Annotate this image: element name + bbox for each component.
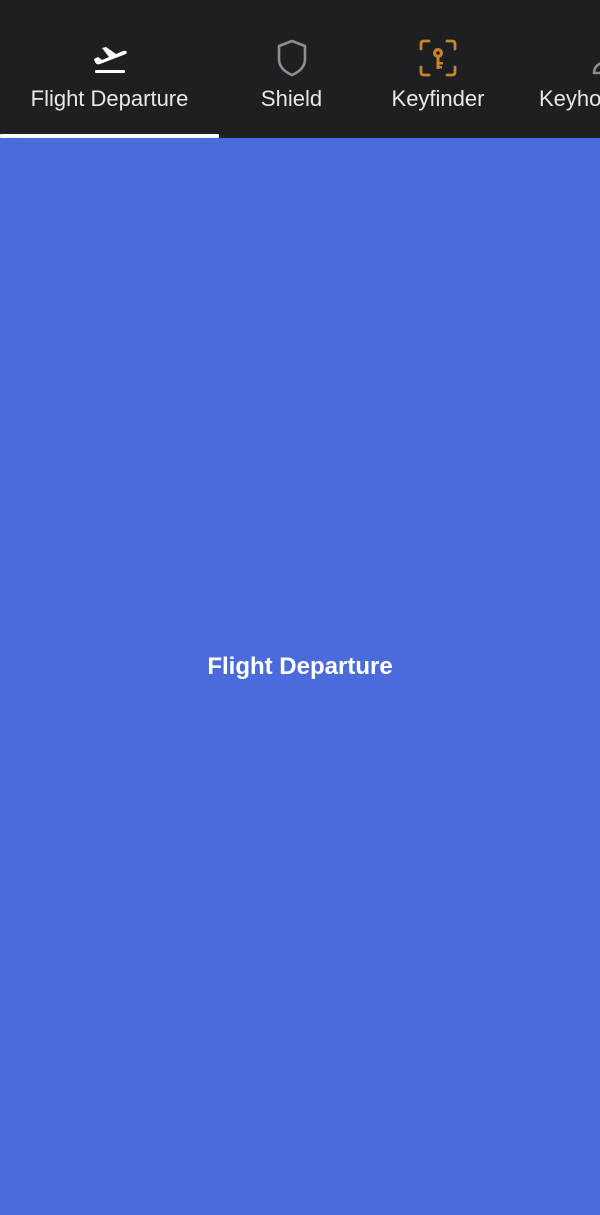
keyfinder-icon [416, 36, 460, 80]
tab-label: Keyho [539, 86, 600, 111]
top-tab-bar: Flight Departure Shield Keyfinder Keyho [0, 0, 600, 138]
tab-flight-departure[interactable]: Flight Departure [0, 0, 219, 138]
person-icon [587, 36, 600, 80]
tab-shield[interactable]: Shield [219, 0, 364, 138]
page-title: Flight Departure [207, 653, 393, 680]
tab-label: Shield [260, 86, 323, 111]
tab-label: Keyfinder [391, 86, 485, 111]
tab-keyfinder[interactable]: Keyfinder [364, 0, 512, 138]
tab-label: Flight Departure [30, 86, 189, 111]
tab-content-panel: Flight Departure [0, 138, 600, 1215]
shield-icon [270, 36, 314, 80]
tab-keyho[interactable]: Keyho [512, 0, 600, 138]
flight-departure-icon [88, 36, 132, 80]
